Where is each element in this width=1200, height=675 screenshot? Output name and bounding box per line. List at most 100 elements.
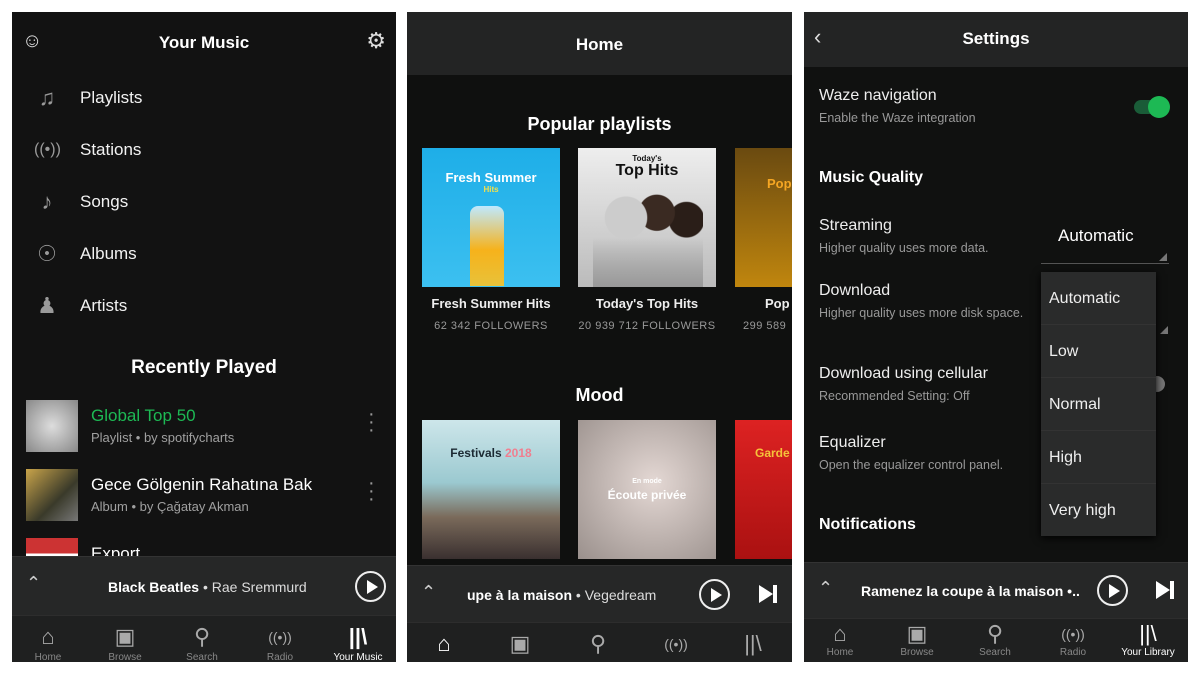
option-low[interactable]: Low: [1041, 325, 1156, 378]
setting-title: Download: [819, 282, 891, 299]
playlist-card-todays-top-hits[interactable]: Today's Top Hits: [578, 148, 716, 287]
playlist-name: Pop: [765, 296, 790, 311]
nav-home[interactable]: ⌂ Home: [804, 621, 880, 658]
your-music-screen: ☺ Your Music ⚙ ♫ Playlists ((•)) Stations …: [12, 12, 396, 662]
music-notes-icon: ♫: [38, 85, 56, 110]
album-art: [26, 400, 78, 452]
menu-item-albums[interactable]: ☉ Albums: [12, 232, 396, 276]
search-icon: ⚲: [193, 624, 211, 649]
waze-toggle[interactable]: [1134, 96, 1170, 118]
skip-next-icon[interactable]: [1156, 581, 1176, 599]
mood-heading: Mood: [575, 385, 624, 405]
nav-search[interactable]: ⚲: [558, 629, 638, 659]
nav-home[interactable]: ⌂ Home: [12, 622, 88, 662]
now-playing-track: upe à la maison • Vegedream: [467, 587, 657, 603]
nav-label: Search: [979, 647, 1011, 658]
option-automatic[interactable]: Automatic: [1041, 272, 1156, 325]
now-playing-bar[interactable]: ⌃ Black Beatles • Rae Sremmurd: [12, 556, 396, 616]
nav-search[interactable]: ⚲ Search: [162, 622, 242, 662]
menu-item-artists[interactable]: ♟ Artists: [12, 284, 396, 328]
browse-icon: ▣: [906, 621, 928, 646]
now-playing-track: Ramenez la coupe à la maison •..: [861, 583, 1080, 599]
bottom-nav: ⌂ Home ▣ Browse ⚲ Search ((•)) Radio ||\ Your…: [804, 618, 1188, 662]
popular-playlists-heading: Popular playlists: [527, 114, 672, 134]
home-icon: ⌂: [833, 621, 847, 646]
bottom-nav: ⌂ ▣ ⚲ ((•)) ||\: [407, 622, 792, 662]
play-button[interactable]: [355, 571, 386, 602]
setting-title: Waze navigation: [819, 87, 937, 104]
setting-subtitle: Higher quality uses more disk space.: [819, 306, 1024, 320]
radio-icon: ((•)): [34, 141, 61, 158]
setting-title: Streaming: [819, 217, 892, 234]
option-normal[interactable]: Normal: [1041, 378, 1156, 431]
streaming-select[interactable]: Automatic: [1041, 222, 1169, 264]
nav-radio[interactable]: ((•)) Radio: [1033, 621, 1113, 658]
nav-search[interactable]: ⚲ Search: [955, 621, 1035, 658]
more-options-icon[interactable]: · · ·: [368, 404, 375, 440]
settings-screen: ‹ Settings Waze navigation Enable the Wa…: [804, 12, 1188, 662]
setting-title: Download using cellular: [819, 365, 988, 382]
home-screen: Home Popular playlists Fresh Summer Hits…: [407, 12, 792, 662]
nav-label: Your Library: [1121, 647, 1175, 658]
menu-label: Stations: [80, 140, 142, 159]
skip-next-icon[interactable]: [759, 585, 779, 603]
library-icon: ||\: [744, 631, 762, 656]
page-title: Home: [575, 35, 624, 54]
nav-radio[interactable]: ((•)): [636, 629, 716, 659]
play-button[interactable]: [1097, 575, 1128, 606]
nav-label: Home: [826, 647, 854, 658]
home-icon: ⌂: [437, 631, 451, 656]
radio-icon: ((•)): [1061, 626, 1085, 642]
list-item[interactable]: Gece Gölgenin Rahatına Bak Album • by Ça…: [12, 469, 396, 523]
item-subtitle: Album • by Çağatay Akman: [91, 499, 249, 514]
quality-dropdown: Automatic Low Normal High Very high: [1041, 272, 1156, 536]
album-icon: ☉: [37, 241, 57, 266]
more-options-icon[interactable]: · · ·: [368, 473, 375, 509]
nav-browse[interactable]: ▣: [480, 629, 560, 659]
bottle-image: [470, 206, 504, 286]
list-item[interactable]: Global Top 50 Playlist • by spotifychart…: [12, 400, 396, 454]
now-playing-bar[interactable]: ⌃ upe à la maison • Vegedream: [407, 565, 792, 622]
playlist-card-garden[interactable]: Garde: [735, 420, 792, 559]
gear-icon[interactable]: ⚙: [366, 28, 386, 54]
play-button[interactable]: [699, 579, 730, 610]
nav-radio[interactable]: ((•)) Radio: [240, 622, 320, 662]
setting-subtitle: Open the equalizer control panel.: [819, 458, 1004, 472]
playlist-card-festivals[interactable]: Festivals 2018: [422, 420, 560, 559]
search-icon: ⚲: [589, 631, 607, 656]
setting-subtitle: Recommended Setting: Off: [819, 389, 970, 403]
chevron-up-icon[interactable]: ⌃: [818, 578, 833, 599]
nav-browse[interactable]: ▣ Browse: [877, 621, 957, 658]
menu-label: Artists: [80, 296, 128, 315]
menu-item-stations[interactable]: ((•)) Stations: [12, 128, 396, 172]
artist-icon: ♟: [37, 293, 57, 318]
nav-library[interactable]: ||\: [713, 629, 792, 659]
page-title: Your Music: [158, 33, 250, 52]
menu-item-songs[interactable]: ♪ Songs: [12, 180, 396, 224]
playlist-card-ecoute-privee[interactable]: En mode Écoute privée: [578, 420, 716, 559]
option-high[interactable]: High: [1041, 431, 1156, 484]
nav-browse[interactable]: ▣ Browse: [85, 622, 165, 662]
library-icon: ||\: [1139, 621, 1157, 646]
item-title: Gece Gölgenin Rahatına Bak: [91, 475, 313, 494]
setting-title: Equalizer: [819, 434, 886, 451]
menu-label: Songs: [80, 192, 129, 211]
playlist-card-fresh-summer[interactable]: Fresh Summer Hits: [422, 148, 560, 287]
menu-item-playlists[interactable]: ♫ Playlists: [12, 76, 396, 120]
nav-your-music[interactable]: ||\ Your Music: [318, 622, 396, 662]
now-playing-bar[interactable]: ⌃ Ramenez la coupe à la maison •..: [804, 562, 1188, 618]
download-select-arrow: [1160, 326, 1168, 334]
chevron-up-icon[interactable]: ⌃: [26, 573, 41, 594]
radio-icon: ((•)): [664, 636, 688, 652]
library-icon: ||\: [348, 624, 368, 649]
radio-icon: ((•)): [268, 629, 292, 645]
nav-home[interactable]: ⌂: [407, 629, 484, 659]
setting-subtitle: Enable the Waze integration: [819, 111, 976, 125]
nav-your-library[interactable]: ||\ Your Library: [1108, 621, 1188, 658]
playlist-card-pop[interactable]: Pop: [735, 148, 792, 287]
nav-label: Radio: [1059, 647, 1087, 658]
chevron-up-icon[interactable]: ⌃: [421, 582, 436, 603]
option-very-high[interactable]: Very high: [1041, 484, 1156, 537]
album-art: [26, 469, 78, 521]
recently-played-heading: Recently Played: [131, 357, 277, 378]
